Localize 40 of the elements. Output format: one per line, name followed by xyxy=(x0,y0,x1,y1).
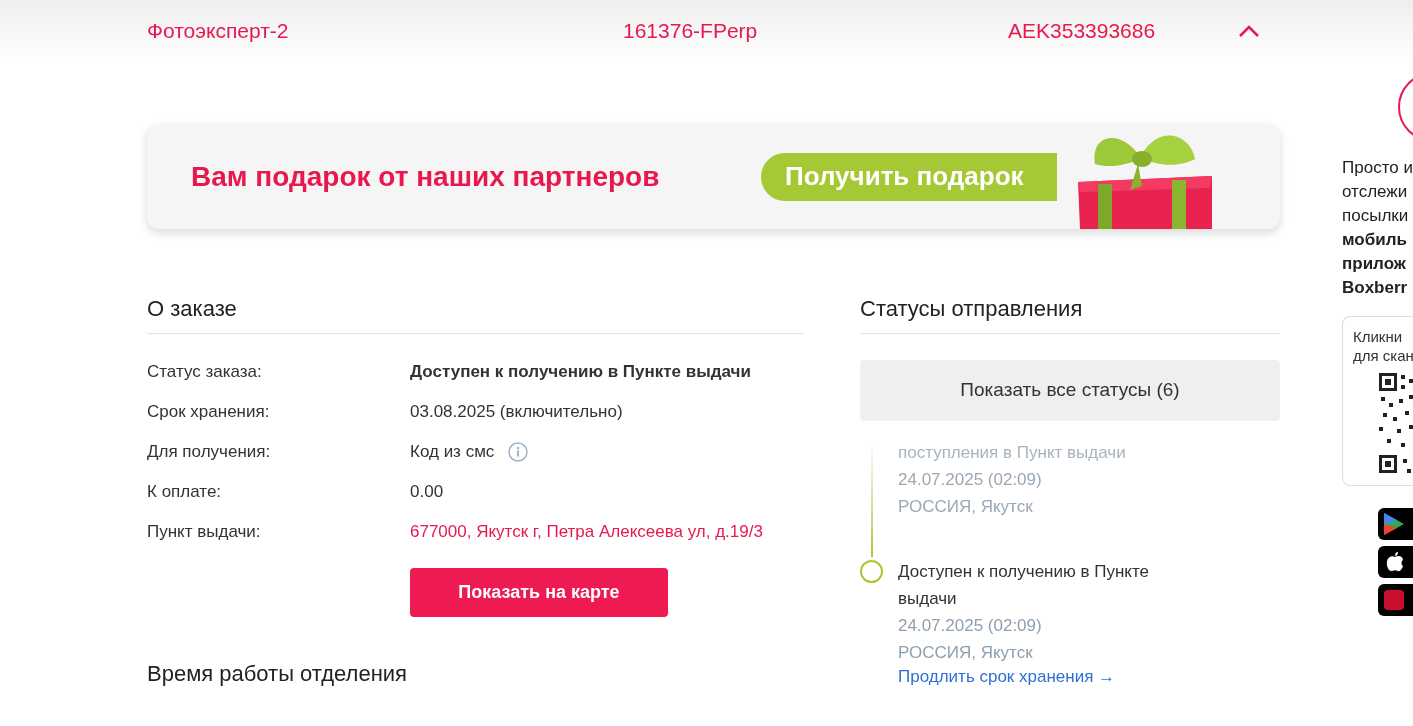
status-place: РОССИЯ, Якутск xyxy=(898,642,1034,664)
promo-text: посылки xyxy=(1342,205,1410,227)
chevron-up-icon[interactable] xyxy=(1238,24,1260,38)
qr-caption: для скан xyxy=(1353,346,1413,365)
show-on-map-button[interactable]: Показать на карте xyxy=(410,568,668,617)
apple-icon xyxy=(1386,552,1404,572)
header-cell-text: Фотоэксперт-2 xyxy=(147,18,290,45)
field-label: К оплате: xyxy=(147,481,223,504)
field-value: Доступен к получению в Пункте выдачи xyxy=(410,361,751,384)
banner-title: Вам подарок от наших партнеров xyxy=(191,159,661,194)
field-label: Для получения: xyxy=(147,441,272,464)
field-value: Код из смс xyxy=(410,441,495,464)
promo-text: Boxberr xyxy=(1342,277,1409,299)
status-date: 24.07.2025 (02:09) xyxy=(898,615,1043,637)
app-gallery-badge[interactable] xyxy=(1378,584,1413,616)
field-value: 03.08.2025 (включительно) xyxy=(410,401,623,424)
status-date: 24.07.2025 (02:09) xyxy=(898,469,1043,491)
field-label: Срок хранения: xyxy=(147,401,271,424)
qr-caption: Кликни xyxy=(1353,327,1404,346)
section-title: Время работы отделения xyxy=(147,660,408,688)
google-play-badge[interactable] xyxy=(1378,508,1413,540)
promo-text: прилож xyxy=(1342,253,1407,275)
promo-text: отслежи xyxy=(1342,181,1409,203)
play-icon xyxy=(1384,513,1404,535)
address-link[interactable]: 677000, Якутск г, Петра Алексеева ул, д.19/3 xyxy=(410,519,763,545)
promo-text: мобиль xyxy=(1342,229,1408,251)
status-title: Доступен к получению в Пункте выдачи xyxy=(898,561,1150,610)
show-all-statuses-button[interactable]: Показать все статусы (6) xyxy=(860,360,1280,421)
status-place: РОССИЯ, Якутск xyxy=(898,496,1034,518)
section-title: Статусы отправления xyxy=(860,295,1084,323)
status-title: поступления в Пункт выдачи xyxy=(898,442,1127,464)
extend-storage-link[interactable]: Продлить срок хранения → xyxy=(860,666,1280,688)
field-label: Статус заказа: xyxy=(147,361,263,384)
promo-text: Просто и xyxy=(1342,157,1413,179)
app-store-badge[interactable] xyxy=(1378,546,1413,578)
header-cell-text: 161376-FPerp xyxy=(623,18,759,45)
header-cell-text: AEK353393686 xyxy=(1008,18,1157,45)
field-value: 0.00 xyxy=(410,481,444,504)
section-title: О заказе xyxy=(147,295,238,323)
field-label: Пункт выдачи: xyxy=(147,521,262,544)
